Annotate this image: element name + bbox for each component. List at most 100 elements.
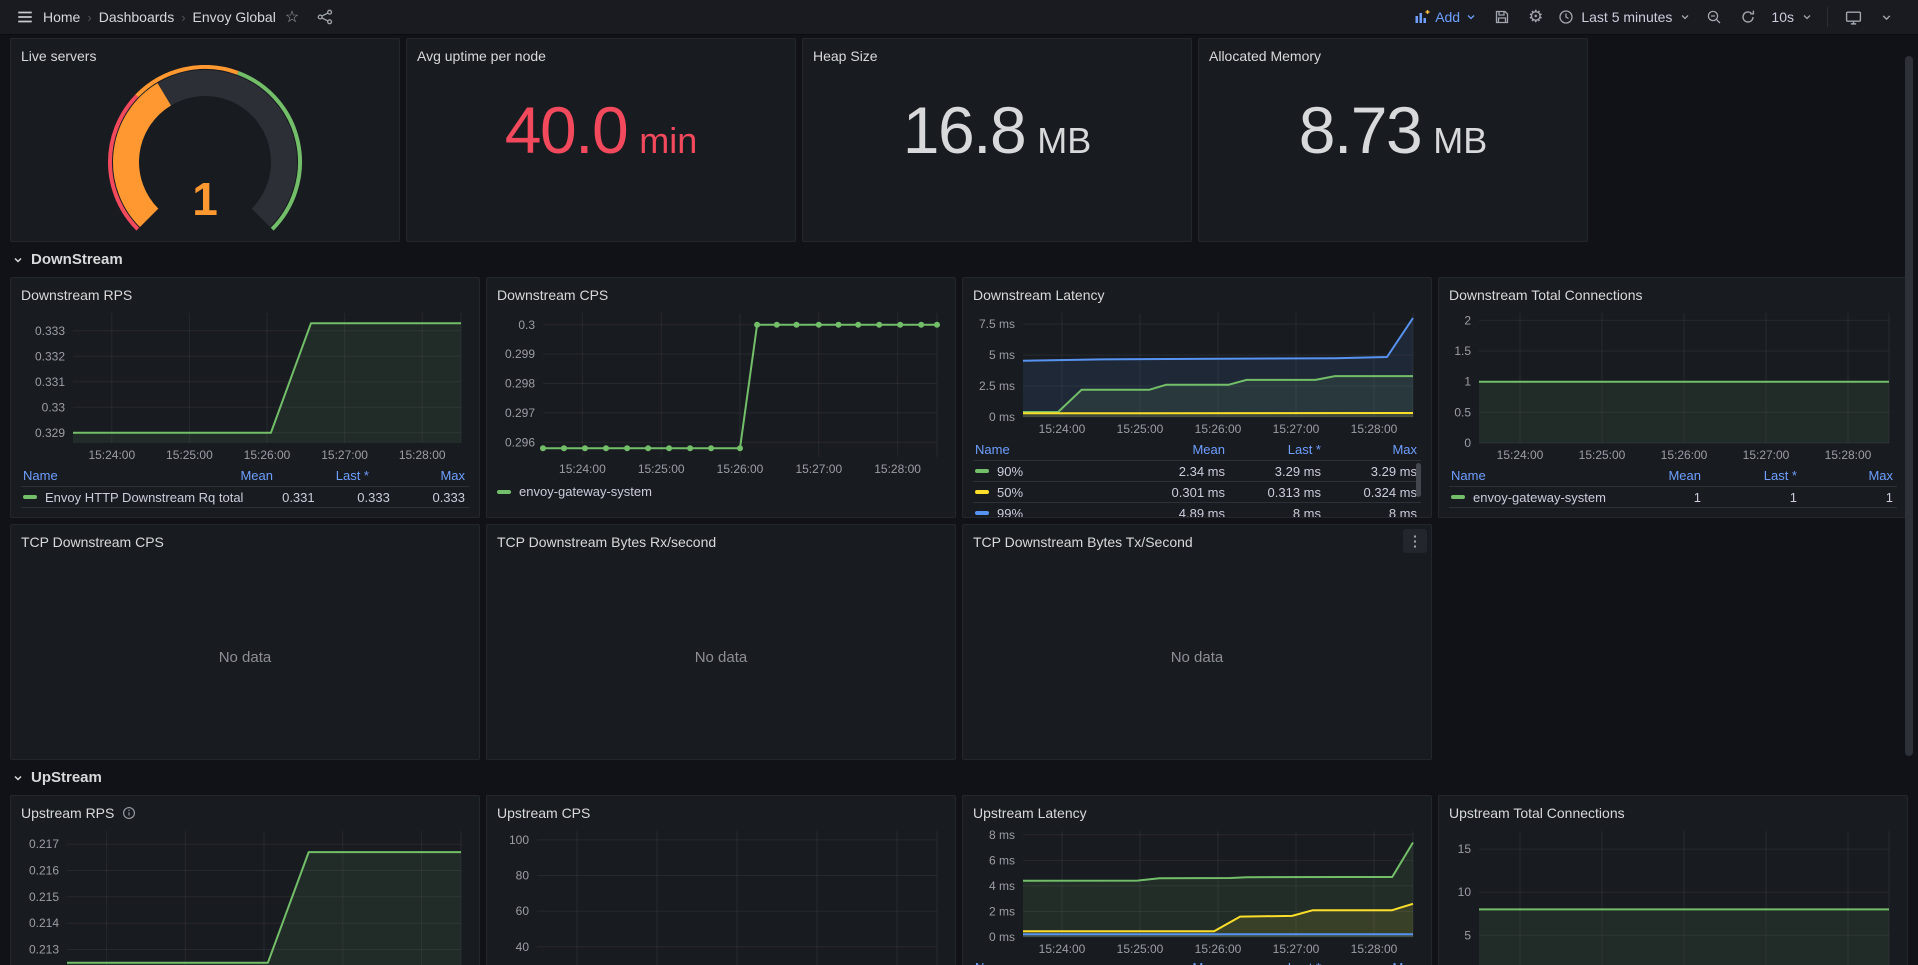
stat-value: 8.73 bbox=[1299, 97, 1421, 163]
panel-downstream-rps: Downstream RPS 0.3330.3320.3310.330.3291… bbox=[10, 277, 480, 518]
legend-row[interactable]: 99%4.89 ms8 ms8 ms bbox=[973, 502, 1421, 518]
svg-text:15:27:00: 15:27:00 bbox=[795, 462, 842, 476]
panel-tcp-downstream-cps: TCP Downstream CPS No data bbox=[10, 524, 480, 760]
legend-header: NameMeanLast *Max bbox=[1449, 465, 1897, 486]
legend-row[interactable]: Envoy HTTP Downstream Rq total0.3310.333… bbox=[21, 486, 469, 508]
chevron-down-icon[interactable] bbox=[1880, 11, 1893, 24]
stat-value: 16.8 bbox=[903, 97, 1025, 163]
breadcrumb-current[interactable]: Envoy Global bbox=[193, 9, 276, 25]
time-series-chart[interactable]: 1510515:24:0015:25:0015:26:0015:27:0015:… bbox=[1449, 825, 1897, 965]
svg-text:15:26:00: 15:26:00 bbox=[1195, 942, 1242, 956]
panel-downstream-total-connections: Downstream Total Connections 21.510.5015… bbox=[1438, 277, 1908, 518]
legend-row[interactable]: 50%0.301 ms0.313 ms0.324 ms bbox=[973, 481, 1421, 502]
favorite-star-icon[interactable]: ☆ bbox=[285, 7, 299, 27]
panel-title[interactable]: TCP Downstream Bytes Rx/second bbox=[497, 530, 945, 554]
panel-title[interactable]: Downstream Total Connections bbox=[1449, 283, 1897, 307]
breadcrumb-separator: › bbox=[87, 10, 91, 25]
chevron-down-icon bbox=[1679, 11, 1691, 23]
dashboard-settings-icon[interactable]: ⚙ bbox=[1528, 9, 1543, 25]
panel-allocated-memory: Allocated Memory 8.73 MB bbox=[1198, 38, 1588, 242]
stat-value-group: 40.0 min bbox=[407, 39, 795, 241]
stat-value: 40.0 bbox=[505, 97, 627, 163]
tv-mode-icon[interactable] bbox=[1845, 9, 1862, 26]
toolbar-divider bbox=[1827, 7, 1828, 27]
legend-item[interactable]: envoy-gateway-system bbox=[497, 484, 652, 499]
legend-row[interactable]: 90%2.34 ms3.29 ms3.29 ms bbox=[973, 460, 1421, 481]
svg-text:0.216: 0.216 bbox=[29, 864, 59, 878]
breadcrumb-home[interactable]: Home bbox=[43, 9, 80, 25]
time-series-chart[interactable]: 8 ms6 ms4 ms2 ms0 ms15:24:0015:25:0015:2… bbox=[973, 825, 1421, 957]
chevron-down-icon bbox=[12, 254, 24, 266]
svg-text:1: 1 bbox=[192, 173, 218, 225]
refresh-interval-picker[interactable]: 10s bbox=[1771, 9, 1813, 25]
svg-text:5: 5 bbox=[1464, 928, 1471, 942]
panel-title[interactable]: TCP Downstream Bytes Tx/Second bbox=[973, 530, 1421, 554]
chart-legend: NameMeanLast *Max bbox=[973, 957, 1421, 965]
stat-value-group: 16.8 MB bbox=[803, 39, 1191, 241]
save-dashboard-icon[interactable] bbox=[1494, 9, 1510, 25]
panel-heap-size: Heap Size 16.8 MB bbox=[802, 38, 1192, 242]
chart-legend: NameMeanLast *MaxEnvoy HTTP Downstream R… bbox=[21, 465, 469, 508]
breadcrumb-dashboards[interactable]: Dashboards bbox=[99, 9, 175, 25]
svg-text:0.3: 0.3 bbox=[518, 318, 535, 332]
no-data-message: No data bbox=[487, 555, 955, 759]
svg-text:0 ms: 0 ms bbox=[989, 930, 1015, 944]
svg-text:60: 60 bbox=[516, 904, 530, 918]
time-series-chart[interactable]: 0.3330.3320.3310.330.32915:24:0015:25:00… bbox=[21, 307, 469, 465]
panel-title[interactable]: Downstream Latency bbox=[973, 283, 1421, 307]
panel-title[interactable]: Downstream CPS bbox=[497, 283, 945, 307]
section-header-upstream[interactable]: UpStream bbox=[12, 769, 1906, 786]
zoom-out-time-icon[interactable] bbox=[1706, 9, 1722, 25]
panel-title[interactable]: Upstream Total Connections bbox=[1449, 801, 1897, 825]
svg-text:15:24:00: 15:24:00 bbox=[559, 462, 606, 476]
add-panel-button[interactable]: Add bbox=[1414, 9, 1477, 25]
svg-text:0.331: 0.331 bbox=[35, 375, 65, 389]
share-icon[interactable] bbox=[317, 9, 333, 25]
time-series-chart[interactable]: 0.2170.2160.2150.2140.21315:24:0015:25:0… bbox=[21, 825, 469, 965]
chart-legend: NameMeanLast *Max90%2.34 ms3.29 ms3.29 m… bbox=[973, 439, 1421, 518]
svg-text:15: 15 bbox=[1458, 842, 1472, 856]
svg-text:15:27:00: 15:27:00 bbox=[1273, 942, 1320, 956]
svg-text:80: 80 bbox=[516, 869, 530, 883]
svg-text:15:27:00: 15:27:00 bbox=[321, 448, 368, 462]
svg-text:15:28:00: 15:28:00 bbox=[874, 462, 921, 476]
top-nav-bar: Home › Dashboards › Envoy Global ☆ Add ⚙… bbox=[0, 0, 1918, 35]
series-color-swatch bbox=[975, 490, 989, 494]
time-series-chart[interactable]: 21.510.5015:24:0015:25:0015:26:0015:27:0… bbox=[1449, 307, 1897, 465]
dashboard-canvas: Live servers 1 Avg uptime per node 40.0 … bbox=[0, 35, 1918, 965]
panel-upstream-total-connections: Upstream Total Connections 1510515:24:00… bbox=[1438, 795, 1908, 965]
legend-scrollbar[interactable] bbox=[1416, 463, 1421, 497]
chevron-down-icon bbox=[1465, 11, 1477, 23]
svg-text:0.329: 0.329 bbox=[35, 426, 65, 440]
info-icon[interactable] bbox=[122, 806, 136, 820]
panel-title[interactable]: Upstream CPS bbox=[497, 801, 945, 825]
series-color-swatch bbox=[497, 490, 511, 494]
panel-title[interactable]: Upstream RPS bbox=[21, 801, 469, 825]
svg-text:0.217: 0.217 bbox=[29, 837, 59, 851]
time-series-chart[interactable]: 1008060402015:24:0015:25:0015:26:0015:27… bbox=[497, 825, 945, 965]
stat-value-group: 8.73 MB bbox=[1199, 39, 1587, 241]
svg-text:2: 2 bbox=[1464, 313, 1471, 327]
svg-text:0.297: 0.297 bbox=[505, 406, 535, 420]
svg-text:15:24:00: 15:24:00 bbox=[1039, 422, 1086, 436]
panel-menu-icon[interactable]: ⋮ bbox=[1403, 529, 1427, 553]
panel-upstream-cps: Upstream CPS 1008060402015:24:0015:25:00… bbox=[486, 795, 956, 965]
legend-header: NameMeanLast *Max bbox=[973, 439, 1421, 460]
time-series-chart[interactable]: 0.30.2990.2980.2970.29615:24:0015:25:001… bbox=[497, 307, 945, 479]
refresh-icon[interactable] bbox=[1740, 9, 1756, 25]
menu-icon[interactable] bbox=[16, 8, 34, 26]
svg-text:15:26:00: 15:26:00 bbox=[244, 448, 291, 462]
gauge-chart[interactable]: 1 bbox=[11, 65, 399, 237]
page-scrollbar[interactable] bbox=[1905, 56, 1913, 756]
time-series-chart[interactable]: 7.5 ms5 ms2.5 ms0 ms15:24:0015:25:0015:2… bbox=[973, 307, 1421, 439]
svg-text:15:25:00: 15:25:00 bbox=[1579, 448, 1626, 462]
section-header-downstream[interactable]: DownStream bbox=[12, 251, 1906, 268]
legend-row[interactable]: envoy-gateway-system111 bbox=[1449, 486, 1897, 508]
svg-text:1.5: 1.5 bbox=[1454, 344, 1471, 358]
svg-text:15:25:00: 15:25:00 bbox=[1117, 942, 1164, 956]
panel-title[interactable]: TCP Downstream CPS bbox=[21, 530, 469, 554]
time-range-picker[interactable]: Last 5 minutes bbox=[1558, 9, 1691, 25]
stat-unit: MB bbox=[1037, 120, 1091, 162]
panel-title[interactable]: Downstream RPS bbox=[21, 283, 469, 307]
panel-title[interactable]: Upstream Latency bbox=[973, 801, 1421, 825]
